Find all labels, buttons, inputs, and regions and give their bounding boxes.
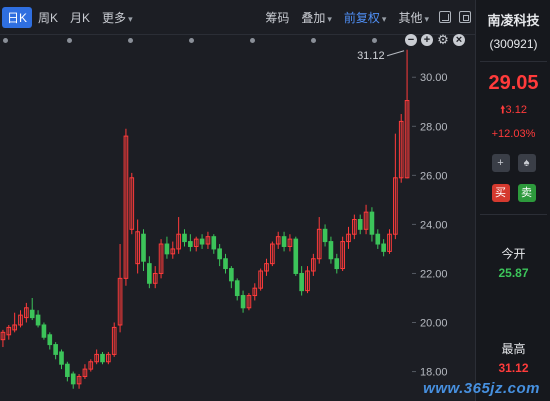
action-row-1: + ♠	[476, 154, 550, 172]
candle-body	[100, 353, 105, 363]
tab-weekly-k[interactable]: 周K	[32, 9, 64, 26]
candle-body	[369, 211, 375, 235]
y-tick-label: 30.00	[420, 72, 448, 84]
y-tick-label: 26.00	[420, 170, 448, 182]
last-price: 29.05	[488, 72, 539, 94]
sell-button[interactable]: 卖	[517, 184, 536, 202]
y-tick-label: 20.00	[420, 318, 448, 330]
y-tick-label: 22.00	[420, 268, 448, 280]
layout-grid-icon[interactable]	[439, 11, 451, 23]
alert-bell-icon[interactable]: ♠	[517, 154, 536, 172]
quote-panel: 南凌科技 (300921) 29.05 🠙3.12 +12.03% + ♠ 买 …	[475, 0, 550, 401]
candle-body	[65, 363, 70, 377]
candle-body	[188, 241, 193, 247]
candle-body	[217, 248, 222, 260]
y-tick-label: 28.00	[420, 121, 448, 133]
candle-body	[182, 233, 187, 243]
open-label: 今开	[501, 247, 526, 261]
stock-name: 南凌科技	[487, 13, 540, 28]
peak-arrow	[386, 50, 405, 57]
more-menu[interactable]: 更多 ▾	[96, 9, 139, 26]
high-value: 31.12	[498, 361, 529, 375]
tab-daily-k[interactable]: 日K	[2, 6, 33, 28]
chip-button[interactable]: 筹码	[259, 9, 295, 26]
overlay-menu[interactable]: 叠加 ▾	[295, 9, 338, 26]
open-value: 25.87	[498, 266, 529, 280]
candle-body	[47, 334, 53, 346]
candle-body	[199, 238, 205, 245]
adjust-menu[interactable]: 前复权 ▾	[338, 9, 393, 26]
kline-canvas: 30.00 28.00 26.00 24.00 22.00 20.00 18.00 31.12	[0, 50, 448, 389]
high-label: 最高	[501, 342, 526, 356]
candle-body	[29, 309, 35, 319]
more-label: 更多	[102, 10, 127, 25]
candle-body	[229, 268, 234, 282]
candle-body	[322, 228, 328, 243]
candle-body	[35, 314, 41, 326]
candle-body	[59, 351, 64, 365]
candle-body	[234, 280, 240, 297]
other-menu[interactable]: 其他 ▾	[392, 9, 435, 26]
stock-code: (300921)	[489, 37, 538, 51]
action-row-2: 买 卖	[476, 184, 550, 202]
divider	[480, 61, 547, 62]
candle-body	[141, 233, 146, 262]
price-change-value: 3.12	[505, 104, 527, 116]
buy-button[interactable]: 买	[491, 184, 510, 202]
overlay-label: 叠加	[301, 10, 326, 25]
candle-body	[70, 373, 76, 385]
candle-body	[293, 238, 299, 274]
kline-chart[interactable]: − + ⚙ × 30.00 28.00 26.00 24.00 22.00 20.00 18…	[0, 33, 475, 401]
adjust-label: 前复权	[343, 10, 380, 25]
candle-body	[164, 243, 170, 255]
chevron-down-icon: ▾	[327, 13, 332, 24]
candle-body	[328, 241, 334, 260]
divider	[480, 214, 547, 215]
y-tick-label: 24.00	[420, 219, 448, 231]
peak-label: 31.12	[357, 50, 385, 62]
candle-body	[375, 233, 381, 245]
candle-body	[357, 219, 363, 230]
candle-body	[381, 243, 386, 252]
watermark-logo: www.365jz.com	[423, 380, 540, 397]
y-tick-label: 18.00	[420, 367, 448, 379]
tab-monthly-k[interactable]: 月K	[64, 9, 96, 26]
candle-body	[41, 324, 47, 338]
chevron-down-icon: ▾	[424, 13, 429, 24]
chevron-down-icon: ▾	[128, 13, 133, 24]
fullscreen-icon[interactable]	[459, 11, 471, 23]
candle-body	[147, 263, 152, 284]
other-label: 其他	[398, 10, 423, 25]
chart-toolbar: 日K 周K 月K 更多 ▾ 筹码 叠加 ▾ 前复权 ▾ 其他 ▾	[0, 0, 475, 35]
candle-body	[299, 272, 304, 292]
chevron-down-icon: ▾	[381, 13, 387, 24]
candle-body	[223, 258, 228, 270]
candle-body	[281, 236, 287, 247]
add-watchlist-button[interactable]: +	[491, 154, 510, 172]
candle-body	[211, 236, 217, 250]
candle-body	[334, 258, 340, 270]
price-change: 🠙3.12	[476, 101, 550, 120]
candle-body	[240, 295, 246, 309]
price-change-pct: +12.03%	[491, 128, 536, 140]
candle-body	[53, 344, 58, 355]
